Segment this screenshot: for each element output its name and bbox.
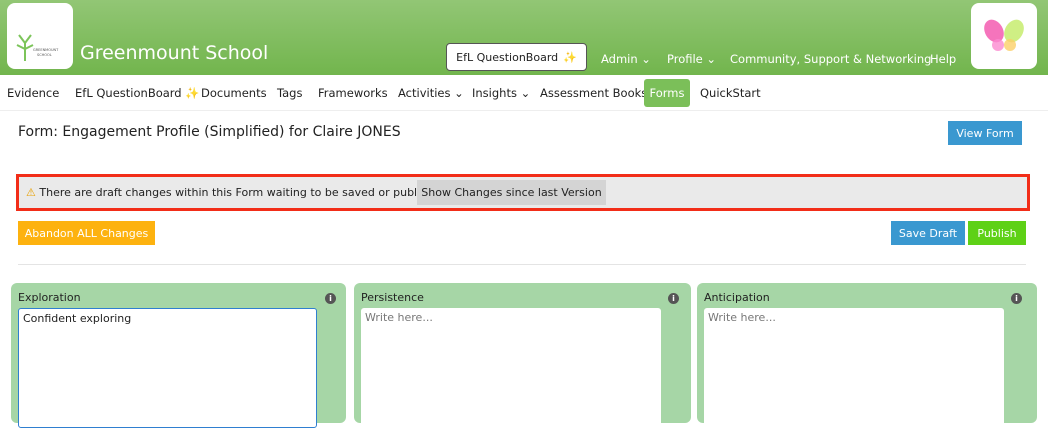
magic-wand-icon: ✨ bbox=[563, 50, 577, 64]
info-icon[interactable]: i bbox=[668, 293, 679, 304]
nav-assessment-books[interactable]: Assessment Books bbox=[540, 86, 647, 100]
warning-text: There are draft changes within this Form… bbox=[39, 186, 451, 199]
butterfly-logo[interactable] bbox=[971, 3, 1037, 69]
show-changes-button[interactable]: Show Changes since last Version bbox=[417, 180, 606, 205]
anticipation-textarea[interactable]: Write here... bbox=[704, 308, 1004, 428]
warning-message: ⚠ There are draft changes within this Fo… bbox=[26, 186, 450, 199]
draft-warning-banner: ⚠ There are draft changes within this Fo… bbox=[16, 174, 1030, 211]
card-exploration: Exploration i Confident exploring bbox=[11, 283, 346, 428]
nav-efl-questionboard[interactable]: EfL QuestionBoard ✨ bbox=[75, 86, 200, 100]
view-form-button[interactable]: View Form bbox=[948, 121, 1022, 145]
community-link[interactable]: Community, Support & Networking bbox=[730, 52, 931, 66]
activities-label: Activities bbox=[398, 86, 451, 100]
nav-forms[interactable]: Forms bbox=[644, 79, 690, 107]
divider bbox=[18, 264, 1026, 265]
persistence-textarea[interactable]: Write here... bbox=[361, 308, 661, 428]
nav-activities[interactable]: Activities ⌄ bbox=[398, 86, 464, 100]
abandon-changes-button[interactable]: Abandon ALL Changes bbox=[18, 221, 155, 245]
nav-frameworks[interactable]: Frameworks bbox=[318, 86, 388, 100]
exploration-textarea[interactable]: Confident exploring bbox=[18, 308, 317, 428]
magic-wand-icon: ✨ bbox=[185, 86, 200, 100]
page-title: Form: Engagement Profile (Simplified) fo… bbox=[18, 124, 401, 140]
nav-quickstart[interactable]: QuickStart bbox=[700, 86, 761, 100]
svg-text:GREENMOUNT: GREENMOUNT bbox=[33, 48, 59, 52]
profile-label: Profile bbox=[667, 52, 703, 66]
efl-label: EfL QuestionBoard bbox=[456, 50, 559, 64]
card-label: Persistence bbox=[361, 291, 424, 304]
nav-documents[interactable]: Documents bbox=[201, 86, 267, 100]
insights-label: Insights bbox=[472, 86, 517, 100]
info-icon[interactable]: i bbox=[325, 293, 336, 304]
school-logo[interactable]: GREENMOUNT SCHOOL bbox=[7, 3, 73, 69]
card-persistence: Persistence i Write here... bbox=[354, 283, 691, 428]
school-name: Greenmount School bbox=[80, 42, 269, 64]
admin-label: Admin bbox=[601, 52, 638, 66]
efl-questionboard-button[interactable]: EfL QuestionBoard ✨ bbox=[446, 43, 587, 71]
warning-icon: ⚠ bbox=[26, 186, 36, 199]
publish-button[interactable]: Publish bbox=[968, 221, 1026, 245]
card-label: Anticipation bbox=[704, 291, 770, 304]
profile-menu[interactable]: Profile ⌄ bbox=[667, 52, 716, 66]
nav-efl-label: EfL QuestionBoard bbox=[75, 86, 182, 100]
svg-text:SCHOOL: SCHOOL bbox=[37, 53, 52, 57]
info-icon[interactable]: i bbox=[1011, 293, 1022, 304]
help-link[interactable]: Help bbox=[930, 52, 956, 66]
save-draft-button[interactable]: Save Draft bbox=[891, 221, 965, 245]
card-label: Exploration bbox=[18, 291, 81, 304]
nav-evidence[interactable]: Evidence bbox=[7, 86, 59, 100]
main-nav: Evidence EfL QuestionBoard ✨ Documents T… bbox=[0, 75, 1048, 111]
admin-menu[interactable]: Admin ⌄ bbox=[601, 52, 651, 66]
card-anticipation: Anticipation i Write here... bbox=[697, 283, 1037, 428]
nav-tags[interactable]: Tags bbox=[277, 86, 302, 100]
top-header: GREENMOUNT SCHOOL Greenmount School EfL Q… bbox=[0, 0, 1048, 75]
nav-insights[interactable]: Insights ⌄ bbox=[472, 86, 530, 100]
